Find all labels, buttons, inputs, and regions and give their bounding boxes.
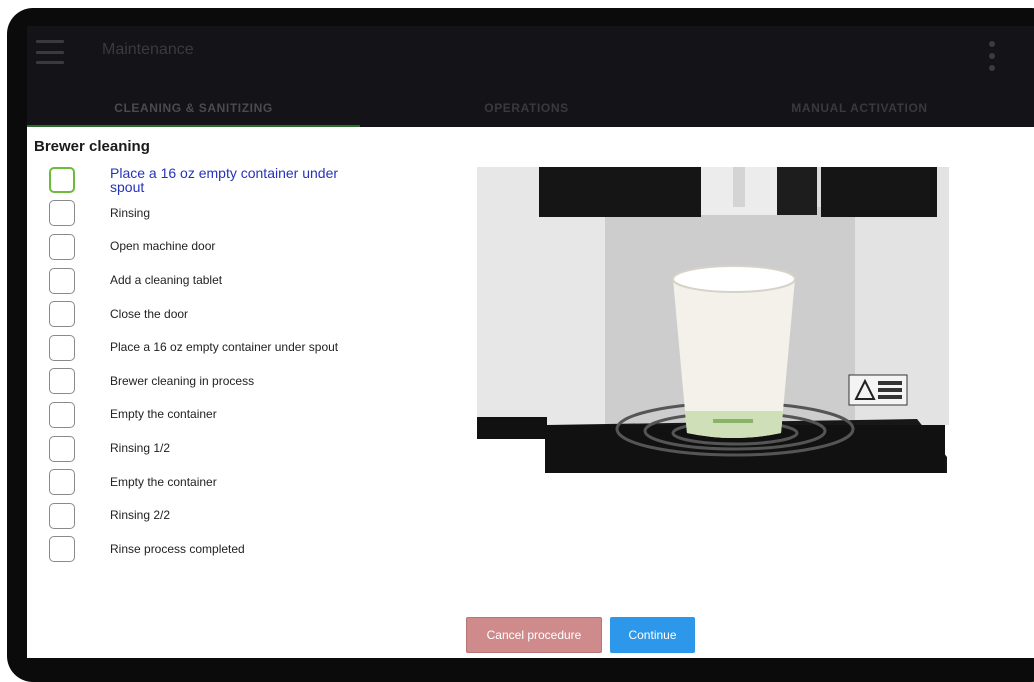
step-label: Rinsing [110,205,151,220]
step-item[interactable]: Empty the container [49,398,379,432]
step-item[interactable]: Brewer cleaning in process [49,365,379,399]
step-item[interactable]: Place a 16 oz empty container under spou… [49,331,379,365]
step-label: Place a 16 oz empty container under spou… [110,164,339,195]
step-item[interactable]: Open machine door [49,230,379,264]
step-label: Rinsing 1/2 [110,441,171,456]
tab-label: MANUAL ACTIVATION [791,100,928,115]
step-label: Empty the container [110,407,217,422]
step-checkbox[interactable] [49,267,75,294]
step-item[interactable]: Rinse process completed [49,533,379,567]
step-checkbox[interactable] [49,301,75,328]
step-item[interactable]: Place a 16 oz empty container under spou… [49,163,379,197]
machine-spout-illustration [477,167,949,473]
section-title: Brewer cleaning [34,138,150,155]
step-label: Close the door [110,306,189,321]
step-item[interactable]: Rinsing 2/2 [49,499,379,533]
app-screen: Maintenance CLEANING & SANITIZING OPERAT… [27,26,1034,658]
step-checkbox[interactable] [49,334,75,361]
step-checkbox[interactable] [49,502,75,529]
step-checkbox[interactable] [49,200,75,227]
step-checkbox[interactable] [49,469,75,496]
step-checkbox[interactable] [49,401,75,428]
more-options-icon[interactable] [988,41,996,71]
tab-manual-activation[interactable]: MANUAL ACTIVATION [693,88,1026,127]
step-label: Rinsing 2/2 [110,508,171,523]
action-buttons: Cancel procedure Continue [27,617,1034,653]
tab-label: CLEANING & SANITIZING [114,100,273,115]
tab-label: OPERATIONS [484,100,569,115]
step-list: Place a 16 oz empty container under spou… [49,163,379,566]
step-checkbox[interactable] [49,166,75,193]
step-label: Empty the container [110,474,217,489]
step-item[interactable]: Rinsing [49,197,379,231]
step-item[interactable]: Empty the container [49,465,379,499]
tab-cleaning-sanitizing[interactable]: CLEANING & SANITIZING [27,88,360,127]
step-checkbox[interactable] [49,233,75,260]
cancel-procedure-button[interactable]: Cancel procedure [466,617,602,653]
hamburger-menu-icon[interactable] [36,40,64,64]
step-item[interactable]: Rinsing 1/2 [49,432,379,466]
tab-operations[interactable]: OPERATIONS [360,88,693,127]
step-checkbox[interactable] [49,368,75,395]
main-content: Brewer cleaning Place a 16 oz empty cont… [27,127,1034,658]
step-item[interactable]: Close the door [49,297,379,331]
step-checkbox[interactable] [49,536,75,563]
step-label: Rinse process completed [110,541,245,556]
page-title: Maintenance [102,41,194,58]
step-label: Add a cleaning tablet [110,273,223,288]
tab-bar: CLEANING & SANITIZING OPERATIONS MANUAL … [27,88,1034,127]
step-label: Brewer cleaning in process [110,373,255,388]
app-bar: Maintenance CLEANING & SANITIZING OPERAT… [27,26,1034,127]
step-item[interactable]: Add a cleaning tablet [49,264,379,298]
step-label: Place a 16 oz empty container under spou… [110,340,339,355]
step-checkbox[interactable] [49,435,75,462]
continue-button[interactable]: Continue [610,617,695,653]
step-label: Open machine door [110,239,216,254]
